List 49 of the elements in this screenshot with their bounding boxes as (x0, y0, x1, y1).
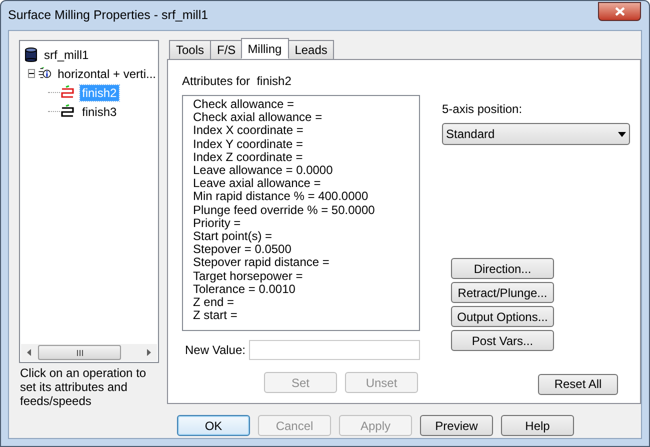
cylinder-icon (24, 47, 38, 62)
attribute-item[interactable]: Check axial allowance = (193, 111, 419, 124)
tab[interactable]: Tools (169, 40, 212, 59)
attribute-item[interactable]: Check allowance = (193, 98, 419, 112)
tree-item[interactable]: horizontal + verti... (56, 66, 158, 82)
new-value-field[interactable] (249, 340, 420, 360)
reset-all-button[interactable]: Reset All (538, 374, 618, 394)
dialog-button[interactable]: Preview (420, 415, 493, 436)
option-button[interactable]: Direction... (451, 258, 554, 279)
grip-icon (76, 350, 84, 356)
hint-text: Click on an operation to set its attributes and feeds/speeds (19, 366, 147, 408)
new-value-label: New Value: (185, 342, 246, 359)
option-button[interactable]: Post Vars... (451, 330, 554, 351)
option-button[interactable]: Retract/Plunge... (451, 282, 554, 303)
option-button[interactable]: Output Options... (451, 306, 554, 327)
window-title: Surface Milling Properties - srf_mill1 (8, 7, 208, 24)
attribute-item[interactable]: Stepover = 0.0500 (193, 243, 419, 256)
attribute-item[interactable]: Start point(s) = (193, 230, 419, 244)
dialog-button[interactable]: Help (501, 415, 574, 436)
tab[interactable]: F/S (210, 40, 243, 59)
tab[interactable]: Leads (288, 40, 334, 59)
zigzag-path-icon (60, 84, 76, 100)
attribute-item[interactable]: Z end = (193, 296, 419, 310)
attribute-item[interactable]: Stepover rapid distance = (193, 256, 419, 270)
attribute-item[interactable]: Tolerance = 0.0010 (193, 282, 419, 296)
five-axis-dropdown[interactable]: Standard (442, 123, 630, 145)
dialog-button[interactable]: OK (177, 415, 250, 436)
attribute-item[interactable]: Index X coordinate = (193, 124, 419, 138)
attribute-item[interactable]: Min rapid distance % = 400.0000 (193, 190, 419, 204)
tab[interactable]: Milling (240, 38, 289, 59)
zigzag-path-icon (60, 104, 76, 120)
close-icon (614, 7, 624, 16)
attribute-item[interactable]: Target horsepower = (193, 270, 419, 283)
attribute-item[interactable]: Leave allowance = 0.0000 (193, 164, 419, 178)
dropdown-arrow-icon (618, 132, 626, 136)
tree-item[interactable]: finish3 (80, 104, 119, 120)
attribute-item[interactable]: Index Y coordinate = (193, 138, 419, 151)
attribute-item[interactable]: Z start = (193, 309, 419, 322)
attribute-item[interactable]: Priority = (193, 216, 419, 230)
close-button[interactable] (598, 2, 641, 21)
attributes-list[interactable] (182, 95, 420, 331)
horizontal-scrollbar[interactable] (21, 344, 157, 361)
attribute-item[interactable]: Leave axial allowance = (193, 177, 419, 190)
tree-item[interactable]: srf_mill1 (42, 46, 91, 62)
attributes-label: Attributes for finish2 (182, 73, 292, 90)
attribute-item[interactable]: Index Z coordinate = (193, 150, 419, 164)
five-axis-label: 5-axis position: (442, 101, 524, 118)
attribute-item[interactable]: Plunge feed override % = 50.0000 (193, 204, 419, 217)
collapse-toggle[interactable] (28, 69, 36, 78)
